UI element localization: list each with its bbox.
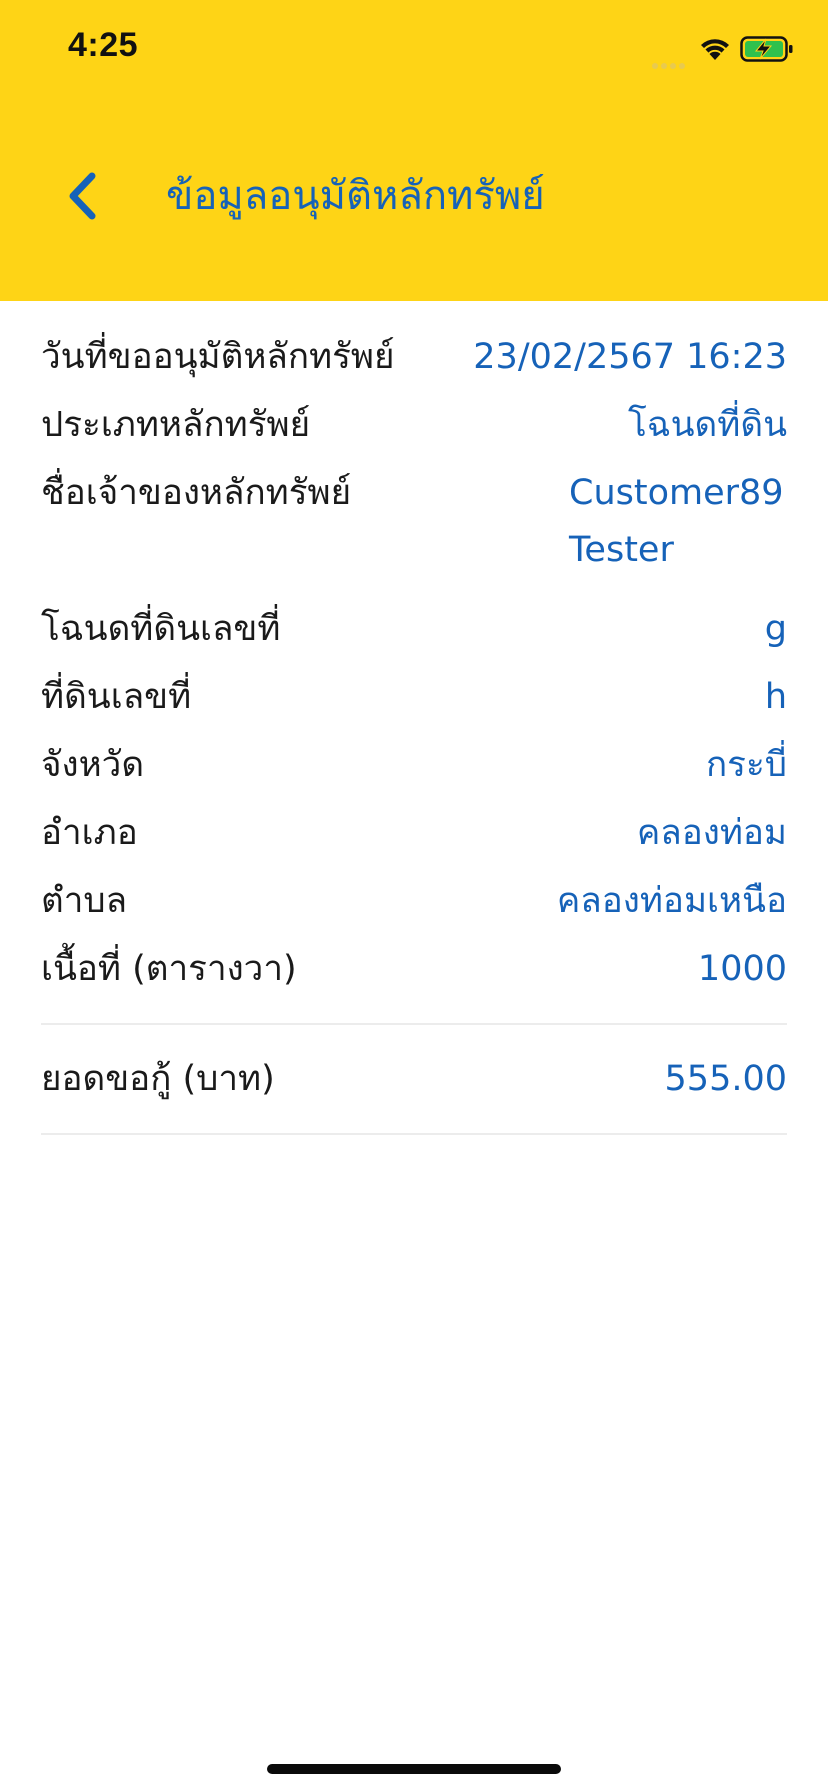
detail-row-land-number: ที่ดินเลขที่ h (41, 663, 787, 731)
back-button[interactable] (56, 166, 108, 226)
page-title: ข้อมูลอนุมัติหลักทรัพย์ (166, 173, 545, 219)
detail-label: อำเภอ (41, 813, 138, 853)
detail-label: เนื้อที่ (ตารางวา) (41, 949, 297, 989)
detail-value: h (764, 677, 787, 717)
home-indicator[interactable] (267, 1764, 561, 1774)
detail-value: คลองท่อม (636, 813, 787, 853)
detail-row-province: จังหวัด กระบี่ (41, 731, 787, 799)
owner-first-name: Customer89 (569, 473, 784, 513)
detail-value: g (764, 609, 787, 649)
loan-amount-value: 555.00 (664, 1059, 787, 1099)
detail-row-owner-name: ชื่อเจ้าของหลักทรัพย์ Customer89 Tester (41, 459, 787, 583)
detail-label: ที่ดินเลขที่ (41, 677, 192, 717)
detail-row-area: เนื้อที่ (ตารางวา) 1000 (41, 935, 787, 1003)
header-bar: 4:25 ข้อมูลอนุมัติหลักทรัพย์ (0, 0, 828, 301)
wifi-icon (701, 39, 729, 60)
status-time: 4:25 (68, 26, 139, 64)
detail-value: คลองท่อมเหนือ (556, 881, 787, 921)
detail-value: โฉนดที่ดิน (627, 405, 787, 445)
loan-amount-row: ยอดขอกู้ (บาท) 555.00 (41, 1045, 787, 1113)
detail-row-collateral-type: ประเภทหลักทรัพย์ โฉนดที่ดิน (41, 391, 787, 459)
detail-value: 1000 (697, 949, 787, 989)
screen: 4:25 ข้อมูลอนุมัติหลักทรัพย์ วันที่ขออนุ… (0, 0, 828, 1792)
detail-label: โฉนดที่ดินเลขที่ (41, 609, 281, 649)
loan-amount-label: ยอดขอกู้ (บาท) (41, 1059, 275, 1099)
detail-label: จังหวัด (41, 745, 145, 785)
detail-label: วันที่ขออนุมัติหลักทรัพย์ (41, 337, 395, 377)
detail-label: ตำบล (41, 881, 128, 921)
cellular-signal-icon (652, 54, 692, 69)
detail-row-request-date: วันที่ขออนุมัติหลักทรัพย์ 23/02/2567 16:… (41, 323, 787, 391)
divider (41, 1023, 787, 1025)
detail-value: กระบี่ (705, 745, 787, 785)
detail-row-subdistrict: ตำบล คลองท่อมเหนือ (41, 867, 787, 935)
detail-value: 23/02/2567 16:23 (473, 337, 787, 377)
chevron-left-icon (69, 172, 96, 220)
detail-label: ชื่อเจ้าของหลักทรัพย์ (41, 473, 352, 513)
battery-charging-icon (740, 36, 793, 62)
detail-value: Customer89 Tester (569, 459, 784, 579)
owner-last-name: Tester (569, 530, 674, 570)
detail-row-district: อำเภอ คลองท่อม (41, 799, 787, 867)
detail-label: ประเภทหลักทรัพย์ (41, 405, 311, 445)
divider (41, 1133, 787, 1135)
detail-row-deed-number: โฉนดที่ดินเลขที่ g (41, 595, 787, 663)
